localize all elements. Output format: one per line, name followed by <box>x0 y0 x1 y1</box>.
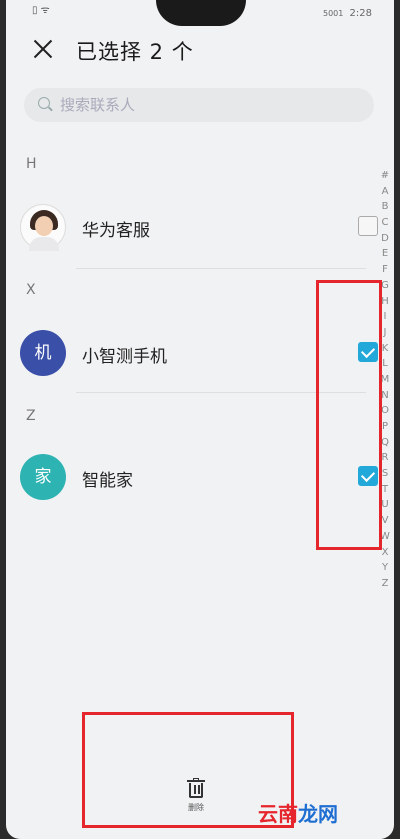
index-letter[interactable]: F <box>378 262 392 278</box>
highlight-box-checkboxes <box>316 280 382 550</box>
page-title: 已选择 2 个 <box>76 40 194 64</box>
contact-row[interactable]: 机 小智测手机 <box>6 322 378 388</box>
avatar: 机 <box>20 330 66 376</box>
contact-row[interactable]: 家 智能家 <box>6 446 378 512</box>
camera-notch <box>156 0 246 26</box>
avatar: 家 <box>20 454 66 500</box>
search-icon <box>38 97 52 111</box>
section-header-z: Z <box>26 408 36 424</box>
section-header-x: X <box>26 282 36 298</box>
contact-name: 华为客服 <box>82 221 150 241</box>
contact-name: 小智测手机 <box>82 347 167 367</box>
clock: 2:28 <box>349 8 372 19</box>
contact-row[interactable]: 华为客服 <box>6 196 378 262</box>
index-letter[interactable]: E <box>378 246 392 262</box>
index-letter[interactable]: C <box>378 215 392 231</box>
avatar <box>20 204 66 251</box>
search-bar[interactable] <box>24 88 374 122</box>
index-letter[interactable]: Z <box>378 576 392 592</box>
contact-checkbox[interactable] <box>358 216 378 236</box>
status-left: ▯ ᯤ <box>32 5 50 16</box>
search-input[interactable] <box>60 94 350 116</box>
index-letter[interactable]: # <box>378 168 392 184</box>
contact-name: 智能家 <box>82 471 133 491</box>
selection-header: 已选择 2 个 <box>6 34 394 74</box>
index-letter[interactable]: B <box>378 199 392 215</box>
index-letter[interactable]: Y <box>378 560 392 576</box>
status-bar-right: 5001 2:28 <box>323 8 372 19</box>
section-header-h: H <box>26 156 37 172</box>
index-letter[interactable]: D <box>378 231 392 247</box>
close-icon[interactable] <box>32 38 54 60</box>
divider <box>76 268 366 269</box>
index-letter[interactable]: A <box>378 184 392 200</box>
network-speed: 5001 <box>322 9 344 18</box>
watermark-logo: 云南龙网 <box>258 802 338 826</box>
